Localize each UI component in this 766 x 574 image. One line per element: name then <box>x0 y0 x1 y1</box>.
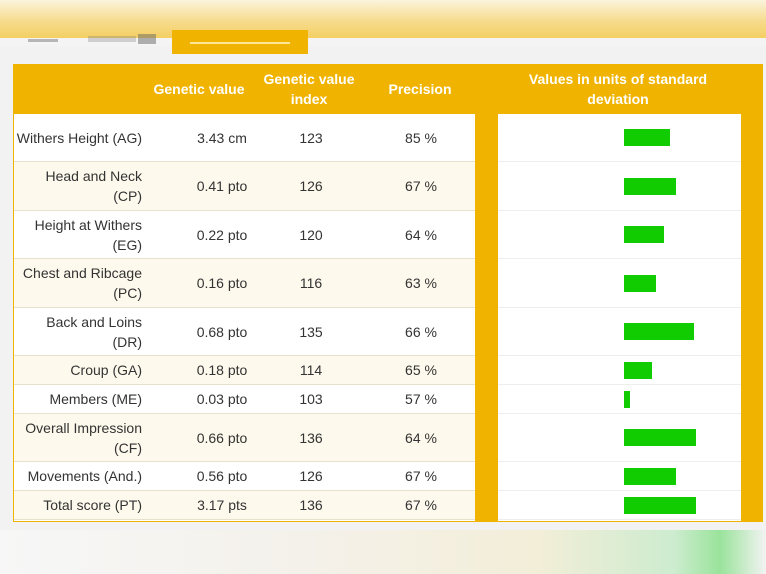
genetic-values-table: Genetic value Genetic value index Precis… <box>13 64 763 522</box>
sd-row <box>498 162 741 211</box>
tab-active[interactable] <box>172 30 308 54</box>
trait-name: Back and Loins (DR) <box>46 313 142 350</box>
table-row: Height at Withers (EG) 0.22 pto 120 64 % <box>14 211 475 259</box>
sd-bar <box>624 178 676 195</box>
sd-row <box>498 462 741 491</box>
trait-name: Head and Neck (CP) <box>45 168 142 204</box>
header-genetic-value: Genetic value <box>153 81 245 97</box>
sd-row <box>498 356 741 385</box>
trait-name: Chest and Ribcage (PC) <box>22 265 142 301</box>
sd-bar <box>624 468 676 485</box>
table-row: Chest and Ribcage (PC) 0.16 pto 116 63 % <box>14 259 475 308</box>
genetic-value-index: 135 <box>299 323 323 340</box>
sd-row <box>498 259 741 308</box>
table-row: Head and Neck (CP) 0.41 pto 126 67 % <box>14 162 475 211</box>
precision-value: 67 % <box>405 468 437 484</box>
bottom-strip <box>0 530 766 574</box>
precision-value: 64 % <box>405 226 437 243</box>
precision-value: 64 % <box>405 429 437 446</box>
sd-bars-column <box>498 114 741 521</box>
sd-bar <box>624 226 664 243</box>
precision-value: 85 % <box>405 129 437 146</box>
table-row: Members (ME) 0.03 pto 103 57 % <box>14 385 475 414</box>
genetic-value-index: 136 <box>299 429 323 446</box>
genetic-value-index: 126 <box>299 468 323 484</box>
header-genetic-value-index: Genetic value index <box>263 71 355 107</box>
precision-value: 66 % <box>405 323 437 340</box>
tab-blurred-1[interactable] <box>28 39 58 42</box>
trait-name: Height at Withers (EG) <box>34 216 142 253</box>
table-row: Total score (PT) 3.17 pts 136 67 % <box>14 491 475 520</box>
trait-name: Members (ME) <box>49 391 142 407</box>
precision-value: 67 % <box>405 178 437 194</box>
trait-name: Croup (GA) <box>70 362 142 378</box>
sd-bar <box>624 323 694 340</box>
sd-bar <box>624 362 652 379</box>
genetic-value-index: 116 <box>299 275 323 291</box>
sd-bar <box>624 429 696 446</box>
table-row: Back and Loins (DR) 0.68 pto 135 66 % <box>14 308 475 356</box>
tab-blurred-badge <box>138 34 156 44</box>
trait-name: Movements (And.) <box>27 468 142 484</box>
header-sd-units: Values in units of standard deviation <box>528 71 708 107</box>
top-banner <box>0 0 766 54</box>
precision-value: 63 % <box>405 275 437 291</box>
trait-name: Overall Impression (CF) <box>25 419 142 456</box>
table-body: Withers Height (AG) 3.43 cm 123 85 % Head an… <box>14 114 475 521</box>
tab-blurred-2[interactable] <box>88 36 136 42</box>
genetic-value-index: 123 <box>299 129 323 146</box>
sd-row <box>498 114 741 162</box>
sd-row <box>498 414 741 462</box>
sd-row <box>498 385 741 414</box>
sd-bar <box>624 497 696 514</box>
trait-name: Withers Height (AG) <box>16 129 142 146</box>
genetic-value-index: 114 <box>299 362 323 378</box>
tab-active-label <box>190 42 290 44</box>
table-row: Movements (And.) 0.56 pto 126 67 % <box>14 462 475 491</box>
header-precision: Precision <box>388 81 452 97</box>
table-row: Croup (GA) 0.18 pto 114 65 % <box>14 356 475 385</box>
genetic-value-index: 136 <box>299 497 323 513</box>
sd-bar <box>624 391 630 408</box>
trait-name: Total score (PT) <box>43 497 142 513</box>
genetic-value-index: 126 <box>299 178 323 194</box>
precision-value: 65 % <box>405 362 437 378</box>
table-row: Overall Impression (CF) 0.66 pto 136 64 % <box>14 414 475 462</box>
precision-value: 57 % <box>405 391 437 407</box>
sd-bar <box>624 275 656 292</box>
genetic-value-index: 103 <box>299 391 323 407</box>
table-row: Withers Height (AG) 3.43 cm 123 85 % <box>14 114 475 162</box>
sd-row <box>498 211 741 259</box>
sd-bar <box>624 129 670 146</box>
sd-row <box>498 491 741 520</box>
precision-value: 67 % <box>405 497 437 513</box>
genetic-value-index: 120 <box>299 226 323 243</box>
sd-row <box>498 308 741 356</box>
